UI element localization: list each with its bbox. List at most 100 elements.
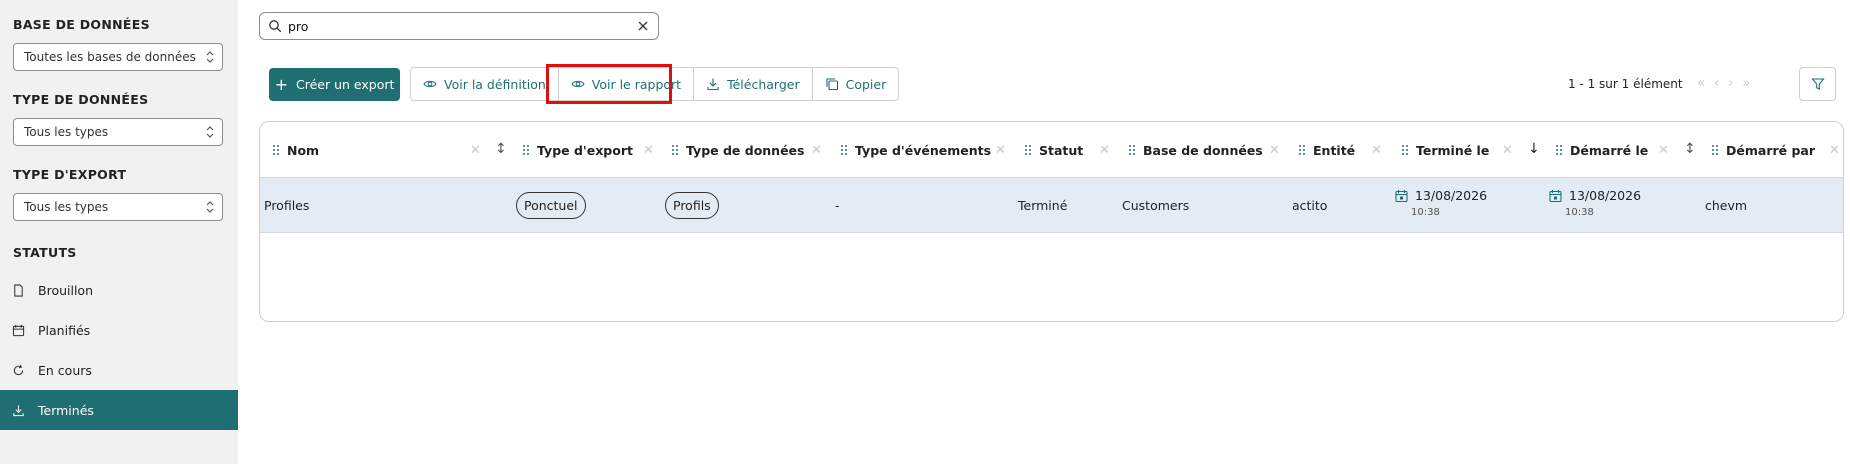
drag-handle-icon[interactable] bbox=[1128, 144, 1136, 156]
clear-column-icon[interactable]: ✕ bbox=[1502, 143, 1513, 158]
database-filter-title: BASE DE DONNÉES bbox=[13, 17, 150, 32]
statuses-title: STATUTS bbox=[13, 245, 77, 260]
column-header-termine-le[interactable]: Terminé le bbox=[1401, 122, 1489, 178]
drag-handle-icon[interactable] bbox=[1555, 144, 1563, 156]
drag-handle-icon[interactable] bbox=[1401, 144, 1409, 156]
started-time: 10:38 bbox=[1565, 207, 1594, 218]
download-button[interactable]: Télécharger bbox=[694, 68, 813, 100]
chevron-up-down-icon bbox=[206, 201, 214, 213]
column-label: Type d'événements bbox=[855, 142, 992, 158]
download-icon bbox=[13, 404, 24, 416]
eye-icon bbox=[423, 80, 437, 88]
cell-statut: Terminé bbox=[1018, 198, 1068, 213]
column-header-demarre-par[interactable]: Démarré par bbox=[1711, 122, 1815, 178]
column-header-entite[interactable]: Entité bbox=[1298, 122, 1355, 178]
data-type-filter-title: TYPE DE DONNÉES bbox=[13, 92, 149, 107]
create-export-button[interactable]: + Créer un export bbox=[269, 68, 400, 101]
drag-handle-icon[interactable] bbox=[522, 144, 530, 156]
copy-button[interactable]: Copier bbox=[813, 68, 899, 100]
data-type-filter-value: Tous les types bbox=[24, 125, 109, 139]
cell-type-export: Ponctuel bbox=[516, 178, 586, 233]
status-label: Planifiés bbox=[38, 322, 91, 338]
data-type-filter-select[interactable]: Tous les types bbox=[13, 118, 223, 146]
export-type-filter-select[interactable]: Tous les types bbox=[13, 193, 223, 221]
sort-descending-icon[interactable]: ↓ bbox=[1528, 141, 1540, 157]
column-header-base-donnees[interactable]: Base de données bbox=[1128, 122, 1263, 178]
drag-handle-icon[interactable] bbox=[1711, 144, 1719, 156]
column-header-nom[interactable]: Nom bbox=[272, 122, 319, 178]
search-icon bbox=[269, 20, 282, 33]
chevron-up-down-icon bbox=[206, 51, 214, 63]
plus-icon: + bbox=[274, 74, 288, 94]
column-label: Type d'export bbox=[537, 142, 633, 158]
column-label: Base de données bbox=[1143, 142, 1263, 158]
first-page-icon[interactable]: « bbox=[1697, 76, 1705, 91]
prev-page-icon[interactable]: ‹ bbox=[1714, 76, 1719, 91]
database-filter-select[interactable]: Toutes les bases de données bbox=[13, 43, 223, 71]
clear-column-icon[interactable]: ✕ bbox=[1269, 143, 1280, 158]
column-label: Statut bbox=[1039, 142, 1084, 158]
clear-column-icon[interactable]: ✕ bbox=[1658, 143, 1669, 158]
exports-page: BASE DE DONNÉES Toutes les bases de donn… bbox=[0, 0, 1850, 464]
search-box bbox=[259, 12, 659, 40]
column-header-type-export[interactable]: Type d'export bbox=[522, 122, 633, 178]
drag-handle-icon[interactable] bbox=[840, 144, 848, 156]
filter-button[interactable] bbox=[1799, 67, 1836, 101]
exports-table: Nom ✕ ↕ Type d'export ✕ Type de données … bbox=[259, 121, 1844, 322]
column-label: Type de données bbox=[686, 142, 805, 158]
column-header-type-evenements[interactable]: Type d'événements bbox=[840, 122, 991, 178]
download-label: Télécharger bbox=[727, 76, 800, 92]
pagination-controls: « ‹ › » bbox=[1697, 76, 1750, 91]
calendar-icon bbox=[1549, 190, 1562, 203]
data-type-badge: Profils bbox=[665, 192, 719, 219]
last-page-icon[interactable]: » bbox=[1742, 76, 1750, 91]
status-label: Brouillon bbox=[38, 282, 93, 298]
view-definition-label: Voir la définition bbox=[444, 76, 546, 92]
document-icon bbox=[14, 283, 23, 297]
sort-icon[interactable]: ↕ bbox=[1684, 141, 1696, 157]
table-header: Nom ✕ ↕ Type d'export ✕ Type de données … bbox=[260, 122, 1843, 178]
sort-icon[interactable]: ↕ bbox=[495, 141, 507, 157]
drag-handle-icon[interactable] bbox=[1024, 144, 1032, 156]
pagination-summary: 1 - 1 sur 1 élément bbox=[1568, 77, 1683, 91]
cell-demarre-par: chevm bbox=[1705, 198, 1748, 213]
cell-type-donnees: Profils bbox=[665, 178, 719, 233]
view-report-button[interactable]: Voir le rapport bbox=[559, 68, 695, 100]
cell-nom: Profiles bbox=[264, 198, 310, 213]
column-header-type-donnees[interactable]: Type de données bbox=[671, 122, 804, 178]
clear-column-icon[interactable]: ✕ bbox=[995, 143, 1006, 158]
status-item-en-cours[interactable]: En cours bbox=[0, 350, 238, 390]
clear-column-icon[interactable]: ✕ bbox=[811, 143, 822, 158]
drag-handle-icon[interactable] bbox=[1298, 144, 1306, 156]
column-header-statut[interactable]: Statut bbox=[1024, 122, 1083, 178]
calendar-icon bbox=[12, 324, 25, 336]
filter-icon bbox=[1811, 78, 1825, 90]
status-item-planifies[interactable]: Planifiés bbox=[0, 310, 238, 350]
status-item-termines[interactable]: Terminés bbox=[0, 390, 238, 430]
drag-handle-icon[interactable] bbox=[671, 144, 679, 156]
search-input[interactable] bbox=[288, 16, 618, 36]
status-item-brouillon[interactable]: Brouillon bbox=[0, 270, 238, 310]
calendar-icon bbox=[1395, 190, 1408, 203]
cell-base: Customers bbox=[1122, 198, 1190, 213]
export-type-filter-value: Tous les types bbox=[24, 200, 109, 214]
clear-column-icon[interactable]: ✕ bbox=[1371, 143, 1382, 158]
drag-handle-icon[interactable] bbox=[272, 144, 280, 156]
export-type-filter-title: TYPE D'EXPORT bbox=[13, 167, 127, 182]
close-icon[interactable] bbox=[636, 19, 650, 33]
clear-column-icon[interactable]: ✕ bbox=[643, 143, 654, 158]
table-row[interactable]: Profiles Ponctuel Profils - Terminé Cust… bbox=[260, 178, 1843, 233]
next-page-icon[interactable]: › bbox=[1728, 76, 1733, 91]
copy-label: Copier bbox=[845, 76, 887, 92]
view-definition-button[interactable]: Voir la définition bbox=[411, 68, 559, 100]
clear-column-icon[interactable]: ✕ bbox=[1099, 143, 1110, 158]
finished-time: 10:38 bbox=[1411, 207, 1440, 218]
column-label: Terminé le bbox=[1416, 142, 1490, 158]
sidebar: BASE DE DONNÉES Toutes les bases de donn… bbox=[0, 0, 238, 464]
action-button-group: Voir la définition Voir le rapport Téléc… bbox=[410, 67, 900, 101]
column-header-demarre-le[interactable]: Démarré le bbox=[1555, 122, 1648, 178]
clear-column-icon[interactable]: ✕ bbox=[470, 143, 481, 158]
status-label: En cours bbox=[38, 362, 92, 378]
clear-column-icon[interactable]: ✕ bbox=[1829, 143, 1840, 158]
status-label: Terminés bbox=[38, 402, 94, 418]
